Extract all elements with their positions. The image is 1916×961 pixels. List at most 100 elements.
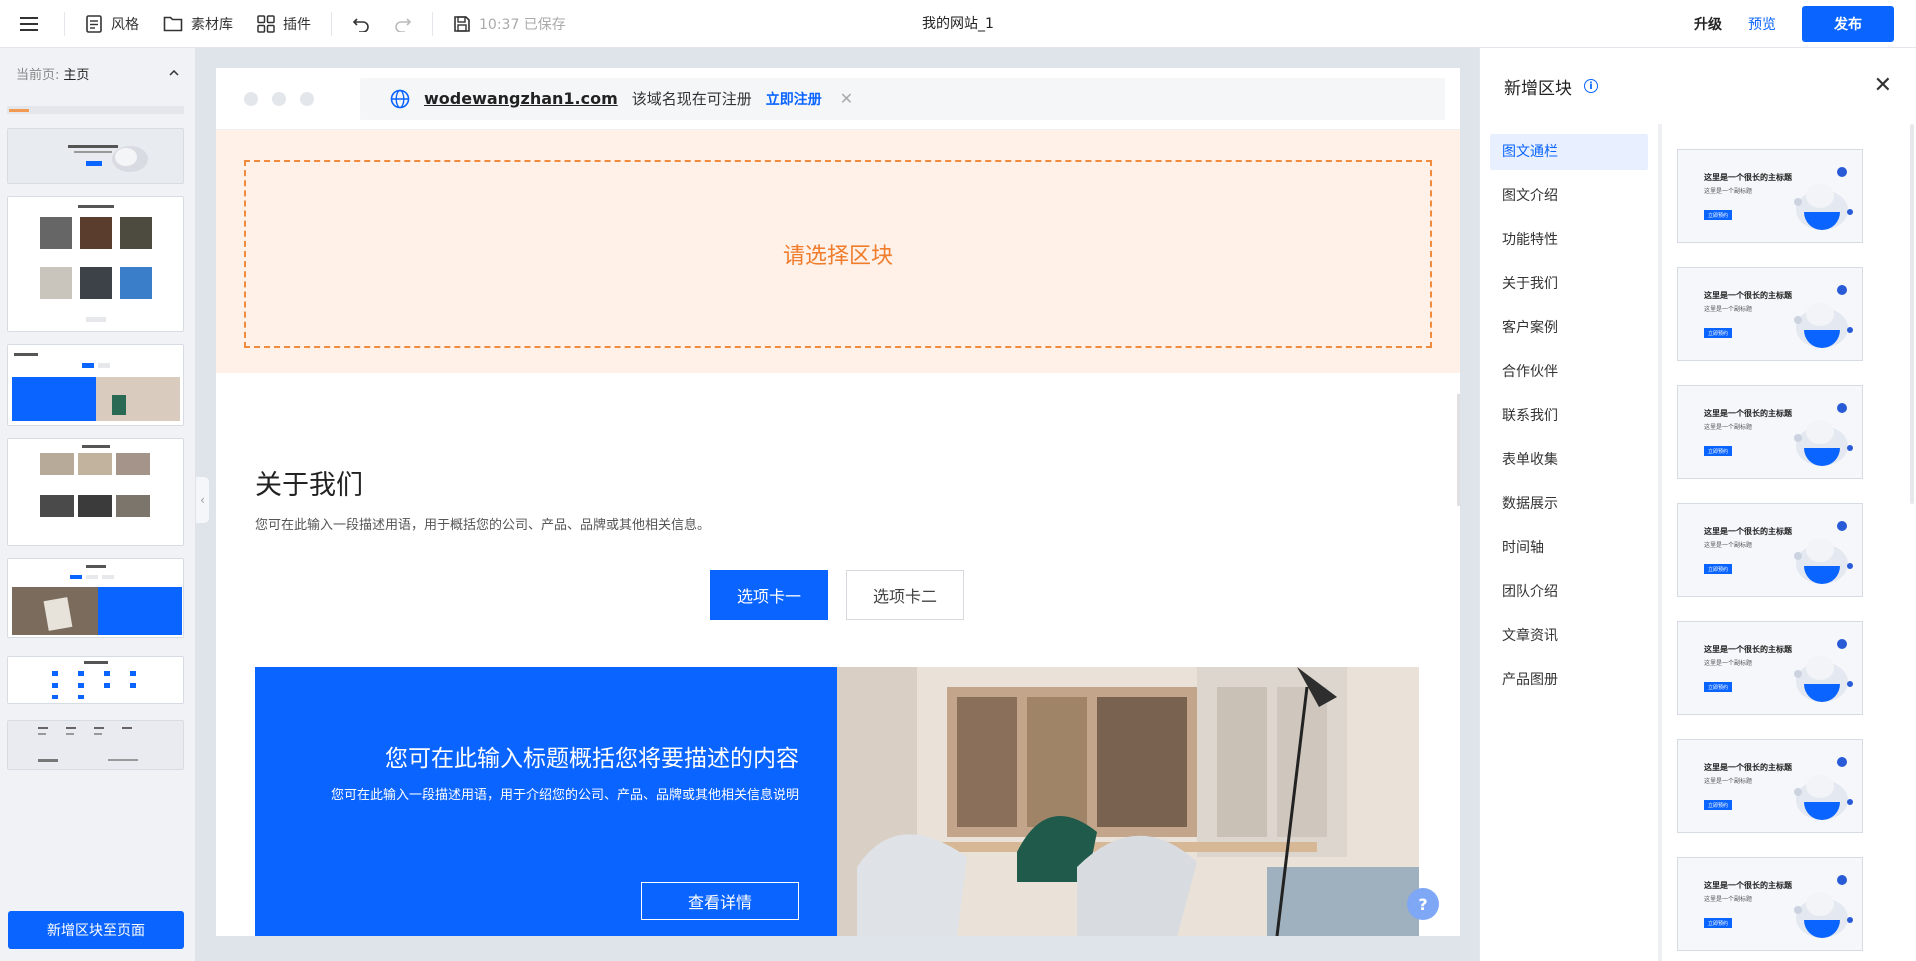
category-item-cases[interactable]: 客户案例 — [1490, 310, 1648, 346]
block-template-card[interactable]: 这里是一个很长的主标题 这里是一个副标题 立即预约 — [1677, 739, 1863, 833]
thumb-cta-image — [8, 559, 183, 637]
panel-divider — [1658, 124, 1662, 961]
close-icon[interactable]: ✕ — [840, 89, 853, 108]
current-page-selector[interactable]: 当前页: 主页 — [0, 48, 195, 98]
template-hero-graphic — [1794, 167, 1853, 230]
category-item-contact[interactable]: 联系我们 — [1490, 398, 1648, 434]
add-block-panel: 新增区块 i ✕ 图文通栏 图文介绍 功能特性 关于我们 客户案例 合作伙伴 联… — [1479, 48, 1916, 961]
category-item-form[interactable]: 表单收集 — [1490, 442, 1648, 478]
section-thumbnail-footer[interactable] — [7, 720, 184, 770]
menu-button[interactable] — [0, 0, 56, 48]
category-item-about-us[interactable]: 关于我们 — [1490, 266, 1648, 302]
block-template-card[interactable]: 这里是一个很长的主标题 这里是一个副标题 立即预约 — [1677, 503, 1863, 597]
saved-status: 10:37 已保存 — [479, 16, 566, 33]
redo-icon — [395, 17, 412, 32]
section-thumbnail-gallery[interactable] — [7, 438, 184, 546]
section-thumbnail-hero[interactable] — [7, 128, 184, 184]
category-item-data[interactable]: 数据展示 — [1490, 486, 1648, 522]
collapse-sidebar-handle[interactable]: ‹ — [196, 476, 210, 524]
template-hero-graphic — [1794, 285, 1853, 348]
register-now-link[interactable]: 立即注册 — [766, 89, 822, 109]
help-button[interactable]: ? — [1407, 888, 1439, 920]
chevron-left-icon: ‹ — [200, 493, 205, 507]
section-thumbnail-products[interactable] — [7, 196, 184, 332]
block-template-card[interactable]: 这里是一个很长的主标题 这里是一个副标题 立即预约 — [1677, 857, 1863, 951]
category-item-timeline[interactable]: 时间轴 — [1490, 530, 1648, 566]
browser-chrome: wodewangzhan1.com 该域名现在可注册 立即注册 ✕ — [216, 68, 1460, 130]
window-dot — [300, 91, 314, 106]
feature-banner: 您可在此输入标题概括您将要描述的内容 您可在此输入一段描述用语，用于介绍您的公司… — [255, 667, 1419, 936]
help-icon: ? — [1418, 894, 1428, 914]
category-item-image-text-intro[interactable]: 图文介绍 — [1490, 178, 1648, 214]
section-thumbnail-about[interactable] — [7, 344, 184, 426]
publish-button[interactable]: 发布 — [1802, 6, 1894, 42]
tab-option-1[interactable]: 选项卡一 — [710, 570, 828, 620]
thumb-header-bar — [7, 106, 184, 114]
globe-icon — [390, 89, 410, 108]
template-title: 这里是一个很长的主标题 — [1704, 173, 1792, 182]
template-subtitle: 这里是一个副标题 — [1704, 660, 1753, 667]
preview-button[interactable]: 预览 — [1748, 14, 1776, 34]
about-us-description: 您可在此输入一段描述用语，用于概括您的公司、产品、品牌或其他相关信息。 — [255, 518, 711, 533]
category-item-products[interactable]: 产品图册 — [1490, 662, 1648, 698]
add-block-to-page-button[interactable]: 新增区块至页面 — [8, 911, 184, 949]
block-template-card[interactable]: 这里是一个很长的主标题 这里是一个副标题 立即预约 — [1677, 385, 1863, 479]
template-button: 立即预约 — [1704, 918, 1732, 928]
template-title: 这里是一个很长的主标题 — [1704, 527, 1792, 536]
section-thumbnail-features[interactable] — [7, 656, 184, 704]
template-button: 立即预约 — [1704, 682, 1732, 692]
upgrade-button[interactable]: 升级 — [1694, 14, 1722, 34]
select-block-prompt[interactable]: 请选择区块 — [244, 160, 1432, 348]
section-thumbnail-header[interactable] — [7, 106, 184, 116]
redo-button[interactable] — [382, 0, 424, 48]
chevron-up-icon — [169, 70, 179, 76]
template-subtitle: 这里是一个副标题 — [1704, 778, 1753, 785]
assets-label: 素材库 — [191, 16, 233, 33]
save-icon — [454, 15, 470, 32]
template-button: 立即预约 — [1704, 210, 1732, 220]
style-button[interactable]: 风格 — [73, 0, 151, 48]
template-hero-graphic — [1794, 757, 1853, 820]
hamburger-icon — [20, 16, 38, 31]
template-button: 立即预约 — [1704, 446, 1732, 456]
template-subtitle: 这里是一个副标题 — [1704, 188, 1753, 195]
plugins-label: 插件 — [283, 16, 311, 33]
domain-availability-text: 该域名现在可注册 — [631, 90, 752, 108]
current-page-text: 当前页: 主页 — [16, 64, 89, 83]
office-interior-image — [837, 667, 1419, 936]
current-page-label: 当前页: — [16, 67, 60, 83]
grid-icon — [257, 14, 275, 33]
thumb-header-bar — [9, 109, 29, 112]
template-title: 这里是一个很长的主标题 — [1704, 881, 1792, 890]
template-subtitle: 这里是一个副标题 — [1704, 542, 1753, 549]
assets-button[interactable]: 素材库 — [151, 0, 245, 48]
category-item-articles[interactable]: 文章资讯 — [1490, 618, 1648, 654]
block-placeholder-zone[interactable]: 请选择区块 — [216, 130, 1460, 373]
template-title: 这里是一个很长的主标题 — [1704, 763, 1792, 772]
feature-title: 您可在此输入标题概括您将要描述的内容 — [385, 746, 799, 772]
undo-button[interactable] — [340, 0, 382, 48]
info-icon[interactable]: i — [1584, 79, 1598, 93]
block-template-card[interactable]: 这里是一个很长的主标题 这里是一个副标题 立即预约 — [1677, 267, 1863, 361]
toolbar-actions: 升级 预览 发布 — [1694, 0, 1894, 48]
panel-title: 新增区块 — [1504, 78, 1572, 99]
block-template-card[interactable]: 这里是一个很长的主标题 这里是一个副标题 立即预约 — [1677, 621, 1863, 715]
category-item-partners[interactable]: 合作伙伴 — [1490, 354, 1648, 390]
style-label: 风格 — [111, 16, 139, 33]
document-icon — [86, 14, 102, 33]
tab-option-2[interactable]: 选项卡二 — [846, 570, 964, 620]
view-details-button[interactable]: 查看详情 — [641, 882, 799, 920]
panel-scrollbar[interactable] — [1910, 124, 1914, 504]
template-title: 这里是一个很长的主标题 — [1704, 409, 1792, 418]
domain-bar: wodewangzhan1.com 该域名现在可注册 立即注册 ✕ — [360, 77, 1445, 120]
category-item-features[interactable]: 功能特性 — [1490, 222, 1648, 258]
category-item-team[interactable]: 团队介绍 — [1490, 574, 1648, 610]
category-item-image-text-banner[interactable]: 图文通栏 — [1490, 134, 1648, 170]
close-panel-icon[interactable]: ✕ — [1874, 73, 1892, 98]
plugins-button[interactable]: 插件 — [245, 0, 323, 48]
canvas-scrollbar[interactable] — [1457, 394, 1460, 506]
toolbar-divider — [331, 11, 332, 36]
block-template-card[interactable]: 这里是一个很长的主标题 这里是一个副标题 立即预约 — [1677, 149, 1863, 243]
save-button[interactable]: 10:37 已保存 — [441, 0, 578, 48]
section-thumbnail-cta[interactable] — [7, 558, 184, 638]
